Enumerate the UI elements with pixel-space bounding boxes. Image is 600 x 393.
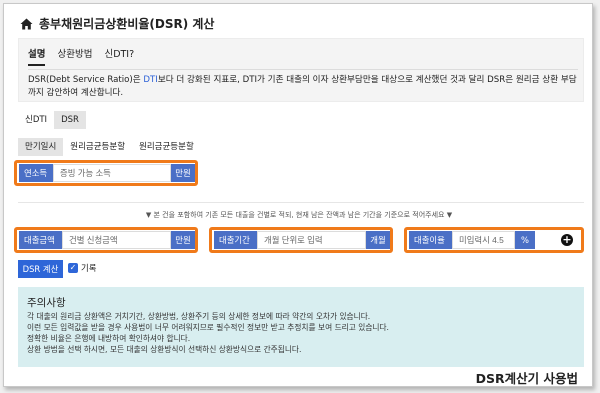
desc-dti-highlight: DTI xyxy=(143,75,158,85)
tab-bullet-repayment[interactable]: 만기일시 xyxy=(18,138,64,156)
tab-dsr-mode[interactable]: DSR xyxy=(54,111,86,129)
loan-amount-input[interactable] xyxy=(62,231,171,249)
loan-rate-input[interactable] xyxy=(452,231,515,249)
mode-tabs: 신DTI DSR xyxy=(18,111,86,129)
caution-panel: 주의사항 각 대출의 원리금 상환액은 거치기간, 상환방법, 상환주기 등의 … xyxy=(18,287,584,367)
info-description: DSR(Debt Service Ratio)은 DTI보다 더 강화된 지표로… xyxy=(28,74,578,100)
tab-equal-principal-interest-2[interactable]: 원리금균등분할 xyxy=(132,138,201,156)
tab-description[interactable]: 설명 xyxy=(28,46,46,66)
repayment-tabs: 만기일시 원리금균등분할 원리금균등분할 xyxy=(18,138,201,156)
dsr-calculate-button[interactable]: DSR 계산 xyxy=(18,260,63,278)
caution-item: 각 대출의 원리금 상환액은 거치기간, 상환방법, 상환주기 등의 상세한 정… xyxy=(27,312,371,321)
caution-title: 주의사항 xyxy=(27,297,66,309)
info-panel: 설명 상환방법 신DTI? DSR(Debt Service Ratio)은 D… xyxy=(18,38,584,102)
dsr-calculator-window: 총부채원리금상환비율(DSR) 계산 설명 상환방법 신DTI? DSR(Deb… xyxy=(3,3,593,387)
loan-amount-unit: 만원 xyxy=(171,231,195,249)
page-title: 총부채원리금상환비율(DSR) 계산 xyxy=(39,17,215,31)
section-divider xyxy=(18,202,584,203)
loan-rate-input-group: 대출이율 % + xyxy=(404,227,584,253)
tab-new-dti[interactable]: 신DTI? xyxy=(104,46,134,66)
income-input[interactable] xyxy=(53,164,171,182)
loan-rate-label: 대출이율 xyxy=(409,231,452,249)
loan-period-input-group: 대출기간 개월 xyxy=(209,227,393,253)
caution-list: 각 대출의 원리금 상환액은 거치기간, 상환방법, 상환주기 등의 상세한 정… xyxy=(27,311,577,355)
loan-amount-input-group: 대출금액 만원 xyxy=(14,227,198,253)
caution-item: 상환 방법을 선택 하시면, 모든 대출의 상환방식이 선택하신 상환방식으로 … xyxy=(27,345,302,354)
income-input-group: 연소득 만원 xyxy=(14,160,198,186)
record-checkbox[interactable]: ✓ xyxy=(68,263,78,273)
record-checkbox-label: 기록 xyxy=(81,263,97,273)
caution-item: 정확한 비율은 은행에 내방하여 확인하셔야 합니다. xyxy=(27,334,191,343)
loan-period-input[interactable] xyxy=(257,231,366,249)
loan-period-label: 대출기간 xyxy=(214,231,257,249)
caution-item: 이런 모든 입력값을 받을 경우 사용법이 너무 어려워지므로 필수적인 정보만… xyxy=(27,323,389,332)
income-label: 연소득 xyxy=(19,164,53,182)
home-icon[interactable] xyxy=(20,18,33,30)
loan-entry-hint: ▼ 본 건을 포함하여 기존 모든 대출을 건별로 적되, 현재 남은 잔액과 … xyxy=(145,211,453,219)
info-tabs: 설명 상환방법 신DTI? xyxy=(28,46,134,66)
watermark-caption: DSR계산기 사용법 xyxy=(475,371,578,386)
loan-period-unit: 개월 xyxy=(366,231,390,249)
loan-amount-label: 대출금액 xyxy=(19,231,62,249)
tab-equal-principal-interest-1[interactable]: 원리금균등분할 xyxy=(63,138,132,156)
add-loan-plus-icon[interactable]: + xyxy=(561,234,573,246)
loan-rate-unit: % xyxy=(515,231,535,249)
page-header: 총부채원리금상환비율(DSR) 계산 xyxy=(20,15,214,32)
tab-repayment-method[interactable]: 상환방법 xyxy=(57,46,92,66)
tab-new-dti-mode[interactable]: 신DTI xyxy=(18,111,54,129)
info-divider xyxy=(28,69,578,70)
income-unit: 만원 xyxy=(171,164,195,182)
desc-text-1: DSR(Debt Service Ratio)은 xyxy=(28,75,144,85)
